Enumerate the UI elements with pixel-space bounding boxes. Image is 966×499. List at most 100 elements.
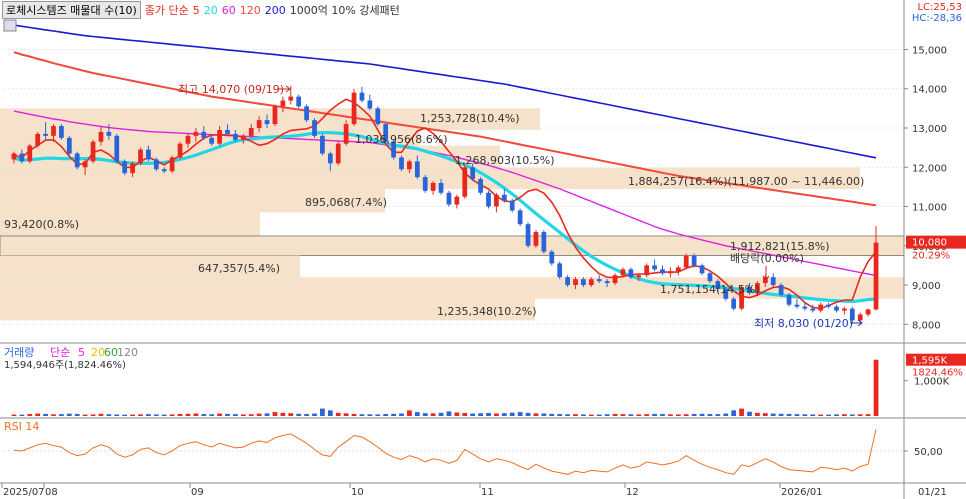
volume-bar: [668, 414, 673, 416]
volume-bar: [691, 413, 697, 416]
volume-bar: [446, 411, 452, 416]
candle-body: [802, 306, 808, 309]
volume-bar: [802, 414, 808, 416]
volume-bar: [153, 414, 159, 416]
volume-bar: [327, 410, 333, 416]
volume-bar: [407, 410, 412, 416]
volume-bar: [509, 412, 515, 416]
y-tick-label: 15,000: [912, 45, 947, 56]
volume-bar: [399, 413, 404, 416]
candle-body: [462, 167, 468, 197]
volume-bar: [849, 414, 855, 416]
candle-body: [581, 279, 586, 286]
volume-bar: [51, 414, 56, 416]
volume-bar: [391, 413, 396, 416]
candle-body: [533, 232, 539, 246]
candle-body: [27, 145, 33, 162]
candle-body: [620, 269, 626, 276]
dividend-arrow: [762, 266, 770, 281]
rsi-title: RSI 14: [4, 420, 39, 433]
volume-profile-label: 1,884,257(16.4%)(11,987.00 ~ 11,446.00): [628, 175, 864, 188]
volume-profile-band: [0, 277, 905, 299]
volume-bar: [675, 414, 681, 416]
candle-body: [335, 143, 341, 164]
candle-body: [857, 314, 863, 321]
candle-body: [114, 135, 120, 162]
candle-body: [296, 96, 302, 107]
candle-body: [865, 309, 871, 315]
volume-bar: [27, 414, 33, 416]
volume-value-label: 1,594,946주(1,824.46%): [4, 360, 126, 371]
volume-bar: [533, 413, 539, 416]
volume-bar: [596, 414, 602, 416]
candle-body: [130, 163, 135, 174]
volume-bar: [19, 414, 25, 416]
candle-body: [652, 265, 657, 270]
volume-bar: [11, 414, 17, 416]
candle-body: [509, 200, 515, 211]
volume-bar: [683, 414, 689, 416]
volume-bar: [272, 412, 278, 416]
volume-bar: [130, 414, 135, 416]
rsi-line: [13, 429, 877, 475]
candle-body: [446, 192, 452, 205]
volume-bar: [628, 414, 634, 416]
volume-bar: [707, 414, 713, 416]
volume-bar: [755, 412, 760, 416]
volume-bar: [652, 413, 657, 416]
volume-bar: [604, 414, 610, 416]
x-tick-label: 08: [45, 487, 58, 498]
volume-bar: [82, 414, 88, 416]
low-annotation: 최저 8,030 (01/20): [754, 317, 853, 330]
candle-body: [288, 96, 294, 101]
candle-body: [660, 269, 665, 274]
candle-body: [375, 108, 381, 125]
candle-body: [834, 306, 839, 311]
volume-bar: [430, 413, 436, 416]
volume-bar: [43, 413, 48, 416]
candle-body: [217, 129, 222, 144]
candle-body: [82, 161, 88, 168]
volume-bar: [549, 413, 555, 416]
candle-body: [153, 159, 159, 170]
volume-bar: [573, 414, 578, 416]
volume-bar: [857, 414, 863, 416]
stock-chart-window: 로체시스템즈 매물대 수(10) 종가 단순 5 20 60 120 200 1…: [0, 0, 966, 499]
volume-profile-label: 93,420(0.8%): [4, 218, 79, 231]
candle-body: [359, 92, 365, 101]
volume-bar: [217, 413, 222, 416]
candle-body: [98, 131, 104, 142]
candle-body: [501, 194, 507, 201]
volume-bar: [351, 413, 357, 416]
volume-profile-label: 647,357(5.4%): [198, 262, 280, 275]
candle-body: [588, 279, 594, 286]
volume-bar: [225, 413, 230, 416]
volume-bar: [818, 414, 824, 416]
volume-bar: [209, 414, 215, 416]
volume-bar: [35, 413, 41, 416]
volume-bar: [747, 411, 752, 416]
volume-bar: [762, 413, 768, 416]
candle-body: [264, 120, 270, 125]
candle-body: [256, 120, 262, 128]
candle-body: [106, 131, 112, 136]
candle-body: [399, 157, 404, 170]
volume-ma-20: 20: [91, 346, 105, 359]
rsi-panel: RSI 14 50,00: [4, 420, 943, 475]
candle-body: [707, 273, 713, 282]
last-change-label: 20.29%: [912, 251, 950, 262]
volume-bar: [367, 414, 373, 416]
volume-bar: [288, 413, 294, 416]
candle-body: [430, 182, 436, 191]
volume-bar: [494, 413, 499, 416]
volume-bar: [422, 413, 428, 416]
volume-bar: [201, 414, 207, 416]
candle-body: [422, 177, 428, 191]
candle-body: [407, 161, 412, 170]
candle-body: [367, 100, 373, 109]
candle-body: [320, 135, 325, 154]
chart-canvas: 1,253,728(10.4%) 1,036,956(8.6%) 1,268,903…: [0, 0, 966, 499]
x-tick-label: 09: [191, 487, 204, 498]
volume-bar: [122, 414, 128, 416]
candle-body: [66, 137, 72, 154]
